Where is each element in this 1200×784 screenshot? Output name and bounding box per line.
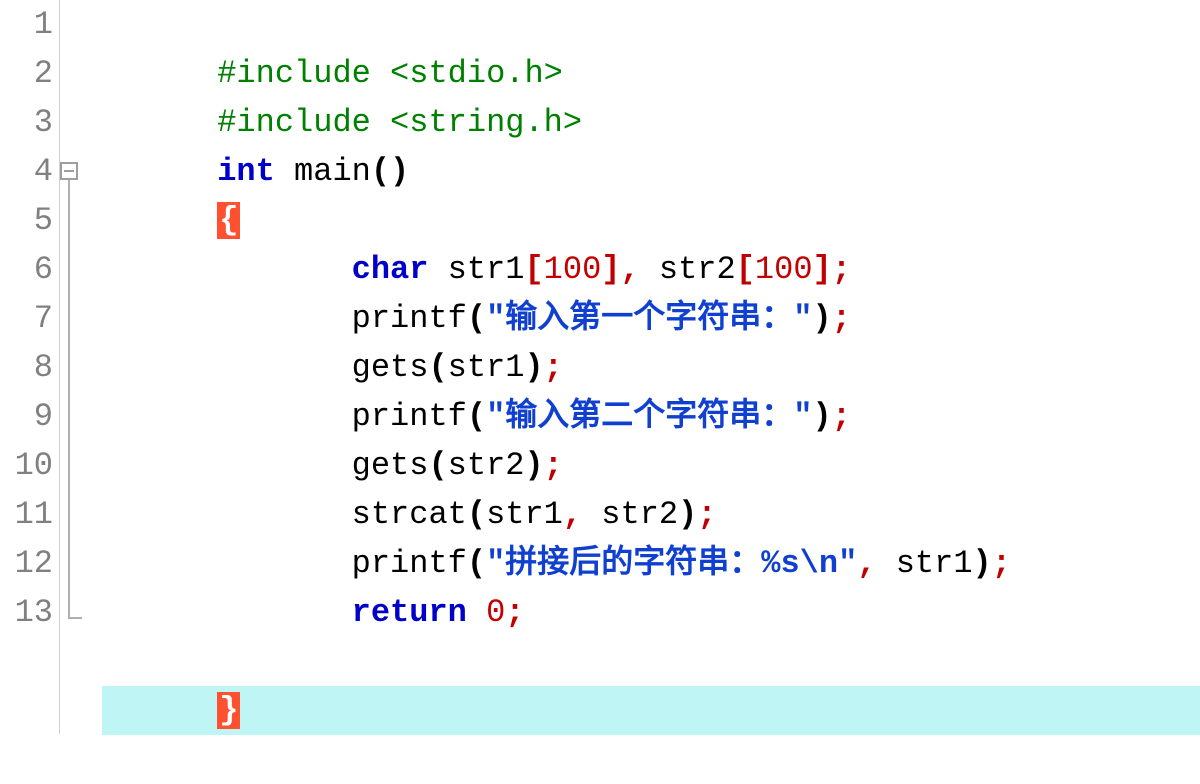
string-literal: "输入第一个字符串：": [486, 300, 812, 337]
line-number: 6: [0, 245, 53, 294]
brace-close: }: [217, 692, 240, 729]
line-number: 8: [0, 343, 53, 392]
code-line[interactable]: char str1[100], str2[100];: [102, 196, 1200, 245]
keyword: char: [352, 251, 429, 288]
function-name: main: [294, 153, 371, 190]
line-number: 7: [0, 294, 53, 343]
code-line[interactable]: #include <stdio.h>: [102, 0, 1200, 49]
line-number-gutter: 1 2 3 4 5 6 7 8 9 10 11 12 13: [0, 0, 60, 734]
brace-open: {: [217, 202, 240, 239]
string-literal: "输入第二个字符串：": [486, 398, 812, 435]
line-number: 11: [0, 490, 53, 539]
line-number: 1: [0, 0, 53, 49]
keyword: return: [352, 594, 467, 631]
fold-guideline: [68, 180, 70, 605]
line-number: 4: [0, 147, 53, 196]
line-number: 10: [0, 441, 53, 490]
line-number: 13: [0, 588, 53, 637]
line-number: 12: [0, 539, 53, 588]
code-editor[interactable]: 1 2 3 4 5 6 7 8 9 10 11 12 13 #include <…: [0, 0, 1200, 734]
line-number: 2: [0, 49, 53, 98]
keyword: int: [217, 153, 275, 190]
preprocessor: #include: [217, 104, 390, 141]
line-number: 5: [0, 196, 53, 245]
current-line-highlight: [102, 686, 1200, 735]
preprocessor: #include: [217, 55, 390, 92]
header: <string.h>: [390, 104, 582, 141]
string-literal: "拼接后的字符串：%s\n": [486, 545, 857, 582]
line-number: 3: [0, 98, 53, 147]
code-area[interactable]: #include <stdio.h> #include <string.h> i…: [88, 0, 1200, 734]
fold-column: [60, 0, 88, 734]
fold-end-icon: [68, 605, 82, 619]
line-number: 9: [0, 392, 53, 441]
fold-toggle-icon[interactable]: [60, 162, 78, 180]
header: <stdio.h>: [390, 55, 563, 92]
